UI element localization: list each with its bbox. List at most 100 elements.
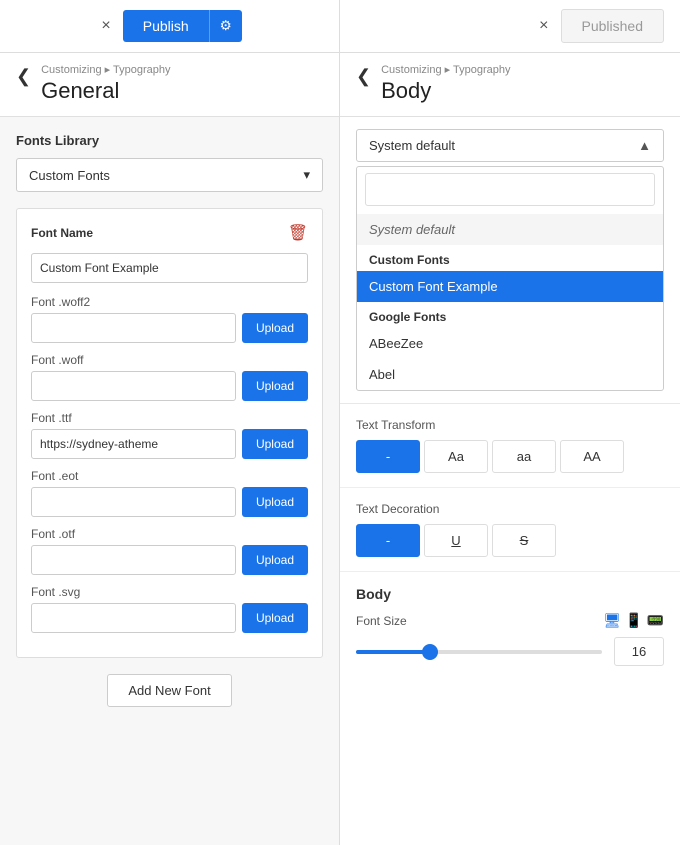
font-search-input[interactable] — [365, 173, 655, 206]
font-woff2-label: Font .woff2 — [31, 295, 308, 309]
upload-eot-button[interactable]: Upload — [242, 487, 308, 517]
font-dropdown-open: System default Custom Fonts Custom Font … — [356, 166, 664, 391]
text-decoration-group: - U S — [356, 524, 664, 557]
text-transform-capitalize-button[interactable]: Aa — [424, 440, 488, 473]
font-woff-label: Font .woff — [31, 353, 308, 367]
font-woff-group: Upload — [31, 371, 308, 401]
arrow-up-icon: ▲ — [638, 138, 651, 153]
font-selector-area: System default ▲ System default Custom F… — [340, 117, 680, 404]
delete-icon[interactable]: 🗑 — [288, 223, 308, 243]
font-ttf-input[interactable] — [31, 429, 236, 459]
font-option-system-default[interactable]: System default — [357, 214, 663, 245]
left-breadcrumb: Customizing ▸ Typography — [41, 63, 170, 76]
font-woff-input[interactable] — [31, 371, 236, 401]
left-panel: ❮ Customizing ▸ Typography General Fonts… — [0, 53, 340, 845]
fonts-library-title: Fonts Library — [16, 133, 323, 148]
font-size-label: Font Size 🖥 📱 📟 — [356, 612, 664, 629]
font-svg-input[interactable] — [31, 603, 236, 633]
text-decoration-section: Text Decoration - U S — [340, 488, 680, 572]
font-ttf-row: Font .ttf Upload — [31, 411, 308, 459]
font-svg-row: Font .svg Upload — [31, 585, 308, 633]
fonts-library-dropdown-value: Custom Fonts — [29, 168, 110, 183]
text-decoration-underline-button[interactable]: U — [424, 524, 488, 557]
text-transform-group: - Aa aa AA — [356, 440, 664, 473]
right-header-content: Customizing ▸ Typography Body — [381, 63, 510, 104]
upload-ttf-button[interactable]: Upload — [242, 429, 308, 459]
font-size-value: 16 — [614, 637, 664, 666]
panels: ❮ Customizing ▸ Typography General Fonts… — [0, 53, 680, 845]
font-woff2-group: Upload — [31, 313, 308, 343]
mobile-icon[interactable]: 📟 — [647, 612, 664, 629]
text-transform-label: Text Transform — [356, 418, 664, 432]
publish-button[interactable]: Publish — [123, 10, 209, 42]
font-group-google-fonts-label: Google Fonts — [357, 302, 663, 328]
top-bar-right: × Published — [340, 0, 680, 52]
right-panel-header: ❮ Customizing ▸ Typography Body — [340, 53, 680, 117]
right-panel-title: Body — [381, 78, 510, 104]
font-woff2-row: Font .woff2 Upload — [31, 295, 308, 343]
desktop-icon[interactable]: 🖥 — [603, 612, 621, 629]
font-option-abeezee[interactable]: ABeeZee — [357, 328, 663, 359]
add-new-font-button[interactable]: Add New Font — [107, 674, 231, 707]
font-size-slider-thumb[interactable] — [422, 644, 438, 660]
top-bar: × Publish ⚙ × Published — [0, 0, 680, 53]
font-eot-label: Font .eot — [31, 469, 308, 483]
font-otf-group: Upload — [31, 545, 308, 575]
tablet-icon[interactable]: 📱 — [625, 612, 642, 629]
font-woff2-input[interactable] — [31, 313, 236, 343]
gear-button[interactable]: ⚙ — [209, 10, 242, 42]
font-svg-group: Upload — [31, 603, 308, 633]
font-ttf-group: Upload — [31, 429, 308, 459]
left-back-button[interactable]: ❮ — [16, 67, 31, 85]
left-header-content: Customizing ▸ Typography General — [41, 63, 170, 104]
font-size-slider-track[interactable] — [356, 650, 602, 654]
font-selector-value: System default — [369, 138, 455, 153]
font-selector-trigger[interactable]: System default ▲ — [356, 129, 664, 162]
text-transform-uppercase-button[interactable]: AA — [560, 440, 624, 473]
body-section-title: Body — [356, 586, 664, 602]
font-eot-row: Font .eot Upload — [31, 469, 308, 517]
upload-woff-button[interactable]: Upload — [242, 371, 308, 401]
font-group-custom-fonts-label: Custom Fonts — [357, 245, 663, 271]
font-svg-label: Font .svg — [31, 585, 308, 599]
font-size-slider-fill — [356, 650, 430, 654]
right-panel: ❮ Customizing ▸ Typography Body System d… — [340, 53, 680, 845]
font-ttf-label: Font .ttf — [31, 411, 308, 425]
text-transform-none-button[interactable]: - — [356, 440, 420, 473]
upload-svg-button[interactable]: Upload — [242, 603, 308, 633]
left-close-button[interactable]: × — [97, 13, 114, 39]
fonts-library-section: Fonts Library Custom Fonts ▾ — [0, 117, 339, 208]
font-woff-row: Font .woff Upload — [31, 353, 308, 401]
font-card-header: Font Name 🗑 — [31, 223, 308, 243]
font-option-custom-font-example[interactable]: Custom Font Example — [357, 271, 663, 302]
left-panel-title: General — [41, 78, 170, 104]
font-name-input[interactable] — [31, 253, 308, 283]
font-otf-input[interactable] — [31, 545, 236, 575]
published-button: Published — [561, 9, 665, 43]
font-option-abel[interactable]: Abel — [357, 359, 663, 390]
font-eot-input[interactable] — [31, 487, 236, 517]
font-name-label: Font Name — [31, 226, 93, 240]
font-card: Font Name 🗑 Font .woff2 Upload Font .wof… — [16, 208, 323, 658]
text-decoration-none-button[interactable]: - — [356, 524, 420, 557]
text-decoration-label: Text Decoration — [356, 502, 664, 516]
right-breadcrumb: Customizing ▸ Typography — [381, 63, 510, 76]
font-eot-group: Upload — [31, 487, 308, 517]
font-otf-label: Font .otf — [31, 527, 308, 541]
body-section: Body Font Size 🖥 📱 📟 16 — [340, 572, 680, 680]
device-icons: 🖥 📱 📟 — [603, 612, 664, 629]
upload-otf-button[interactable]: Upload — [242, 545, 308, 575]
chevron-down-icon: ▾ — [303, 167, 310, 183]
text-transform-lowercase-button[interactable]: aa — [492, 440, 556, 473]
fonts-library-dropdown[interactable]: Custom Fonts ▾ — [16, 158, 323, 192]
top-bar-left: × Publish ⚙ — [0, 0, 340, 52]
left-panel-header: ❮ Customizing ▸ Typography General — [0, 53, 339, 117]
text-decoration-strikethrough-button[interactable]: S — [492, 524, 556, 557]
text-transform-section: Text Transform - Aa aa AA — [340, 404, 680, 488]
font-size-slider-row: 16 — [356, 637, 664, 666]
right-close-button[interactable]: × — [535, 13, 552, 39]
right-back-button[interactable]: ❮ — [356, 67, 371, 85]
font-otf-row: Font .otf Upload — [31, 527, 308, 575]
upload-woff2-button[interactable]: Upload — [242, 313, 308, 343]
font-size-text: Font Size — [356, 614, 407, 628]
